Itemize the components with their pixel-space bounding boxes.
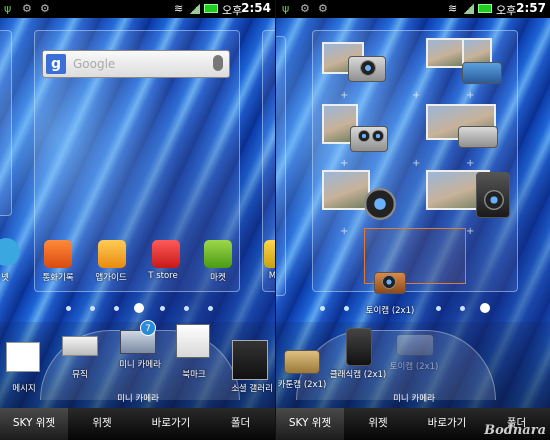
app-label: Me xyxy=(268,271,275,281)
bookmark-widget-thumb xyxy=(176,324,210,358)
status-bar: ψ ⚙ ⚙ ≋ 오후 2:57 xyxy=(276,0,550,18)
wifi-icon: ≋ xyxy=(174,2,184,15)
drop-label: 토이캠 (2x1) xyxy=(365,306,415,316)
app-label: T store xyxy=(148,271,178,281)
page-dot xyxy=(320,306,325,311)
left-screenshot: ψ ⚙ ⚙ ≋ 오후 2:54 g Google 넷 통화기록 앱가이드 T s… xyxy=(0,0,275,440)
watermark: Bodnara xyxy=(484,423,546,438)
page-dot xyxy=(208,306,213,311)
classic-cam-icon xyxy=(346,328,372,366)
tab-shortcut[interactable]: 바로가기 xyxy=(136,408,206,440)
signal-icon xyxy=(464,3,474,14)
widget-label: 토이캠 (2x1) xyxy=(389,362,439,372)
lens-icon xyxy=(360,60,376,76)
camera-widget-icon xyxy=(462,62,502,84)
clock: 2:54 xyxy=(241,1,271,15)
widget-label: 클래식캠 (2x1) xyxy=(329,370,387,380)
page-dot-current xyxy=(480,303,490,313)
tab-folder[interactable]: 폴더 xyxy=(206,408,275,440)
social-gallery-widget-thumb xyxy=(232,340,268,380)
lens-icon xyxy=(382,275,396,289)
grid-plus: + xyxy=(340,158,349,169)
prev-page-panel[interactable] xyxy=(0,30,12,216)
app-label: 앱가이드 xyxy=(95,273,127,283)
tab-shortcut[interactable]: 바로가기 xyxy=(412,408,482,440)
photo-thumbnail xyxy=(426,38,466,68)
google-logo-icon: g xyxy=(46,54,66,74)
camera-widget-icon xyxy=(458,126,498,148)
photo-thumbnail xyxy=(322,170,370,210)
prev-page-panel[interactable] xyxy=(276,36,286,296)
grid-plus: + xyxy=(340,90,349,101)
app-guide-icon xyxy=(98,240,126,268)
widget-label: 카툰캠 (2x1) xyxy=(277,380,327,390)
page-dot xyxy=(90,306,95,311)
battery-icon xyxy=(204,4,218,13)
lens-icon xyxy=(364,188,396,220)
page-dot xyxy=(436,306,441,311)
wifi-icon: ≋ xyxy=(448,2,458,15)
lens-icon xyxy=(372,130,384,142)
search-placeholder: Google xyxy=(73,57,116,71)
page-dot xyxy=(114,306,119,311)
app-label: 마켓 xyxy=(210,273,226,283)
widget-label: 뮤직 xyxy=(72,370,88,380)
tray-title: 미니 카메라 xyxy=(117,394,159,404)
google-search-widget[interactable]: g Google xyxy=(42,50,230,78)
lens-icon xyxy=(358,130,370,142)
ampm: 오후 xyxy=(496,4,517,17)
status-bar: ψ ⚙ ⚙ ≋ 오후 2:54 xyxy=(0,0,275,18)
widget-label: 북마크 xyxy=(182,370,206,380)
tray-title: 미니 카메라 xyxy=(393,394,435,404)
market-icon xyxy=(204,240,232,268)
android-icon: ⚙ xyxy=(22,2,32,15)
grid-plus: + xyxy=(466,226,475,237)
category-tab-bar: SKY 위젯 위젯 바로가기 폴더 xyxy=(0,408,275,440)
app-label: 넷 xyxy=(1,273,9,283)
toy-cam-ghost-icon xyxy=(396,334,434,356)
grid-plus: + xyxy=(412,158,421,169)
usb-icon: ψ xyxy=(282,2,290,15)
signal-icon xyxy=(190,3,200,14)
call-log-icon xyxy=(44,240,72,268)
microphone-icon[interactable] xyxy=(213,55,223,71)
tab-widget[interactable]: 위젯 xyxy=(68,408,136,440)
grid-plus: + xyxy=(340,226,349,237)
tstore-icon xyxy=(152,240,180,268)
widget-label: 미니 카메라 xyxy=(119,360,161,370)
clock: 2:57 xyxy=(516,1,546,15)
ampm: 오후 xyxy=(222,4,243,17)
page-dot xyxy=(160,306,165,311)
right-screenshot: ψ ⚙ ⚙ ≋ 오후 2:57 + + + + + + + + 토이캠 (2x1… xyxy=(275,0,550,440)
cartoon-cam-icon xyxy=(284,350,320,374)
music-widget-thumb xyxy=(62,336,98,356)
page-dot xyxy=(344,306,349,311)
page-dot xyxy=(460,306,465,311)
widget-label: 소셜 갤러리 xyxy=(231,384,273,394)
count-badge: 7 xyxy=(140,320,156,336)
page-dot-current xyxy=(134,303,144,313)
memo-icon xyxy=(264,240,275,268)
widget-label: 메시지 xyxy=(12,384,36,394)
debug-icon: ⚙ xyxy=(318,2,328,15)
usb-icon: ψ xyxy=(4,2,12,15)
android-icon: ⚙ xyxy=(300,2,310,15)
page-dot xyxy=(184,306,189,311)
grid-plus: + xyxy=(412,90,421,101)
tab-sky-widget[interactable]: SKY 위젯 xyxy=(0,408,68,440)
tab-sky-widget[interactable]: SKY 위젯 xyxy=(276,408,344,440)
battery-icon xyxy=(478,4,492,13)
tab-widget[interactable]: 위젯 xyxy=(344,408,412,440)
page-dot xyxy=(66,306,71,311)
grid-plus: + xyxy=(466,158,475,169)
lens-icon xyxy=(484,190,504,210)
app-label: 통화기록 xyxy=(42,273,74,283)
debug-icon: ⚙ xyxy=(40,2,50,15)
message-widget-thumb xyxy=(6,342,40,372)
grid-plus: + xyxy=(466,90,475,101)
